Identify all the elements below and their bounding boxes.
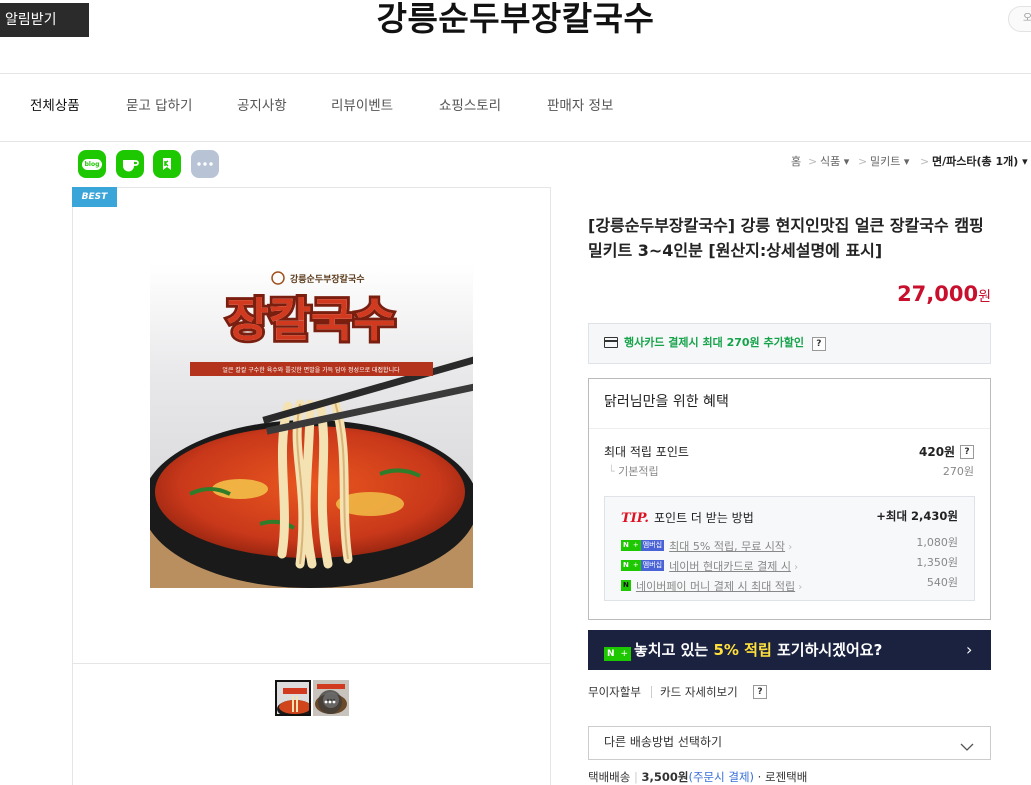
- more-dots-icon: [197, 162, 213, 166]
- search-input[interactable]: 오: [1008, 6, 1031, 32]
- banner-logo: N +: [604, 643, 632, 662]
- membership-badge: 멤버십: [640, 540, 665, 551]
- card-discount-help-button[interactable]: ?: [811, 337, 826, 351]
- shipping-select-label: 다른 배송방법 선택하기: [604, 735, 723, 749]
- product-price: 27,000원: [895, 282, 991, 306]
- more-share-icon[interactable]: [191, 150, 219, 178]
- base-points-value: 270원: [942, 465, 974, 478]
- product-main-image[interactable]: 강릉순두부장칼국수 장칼국수 장칼국수 얼큰 칼칼 구수한 육수와 쫄깃한 면발…: [150, 264, 473, 588]
- nav-divider: [0, 141, 1031, 142]
- breadcrumb-food-label: 식품: [820, 155, 841, 168]
- price-currency: 원: [978, 289, 991, 305]
- shipping-carrier: · 로젠택배: [757, 770, 808, 784]
- plus-icon: +: [630, 560, 641, 571]
- image-subline-text: 얼큰 칼칼 구수한 육수와 쫄깃한 면발을 가득 담아 정성으로 대접합니다: [222, 366, 400, 374]
- naverpay-n-icon: N: [621, 580, 631, 591]
- benefits-title: 닭러님만을 위한 혜택: [604, 394, 729, 410]
- shipping-info: 택배배송 | 3,500원(주문시 결제) · 로젠택배: [588, 770, 807, 784]
- image-brand-text: 강릉순두부장칼국수: [290, 273, 365, 285]
- chevron-down-icon: [960, 736, 974, 755]
- bookmark-share-icon[interactable]: [153, 150, 181, 178]
- max-points-value: 420원: [919, 445, 956, 459]
- tab-seller-info[interactable]: 판매자 정보: [547, 96, 613, 116]
- best-badge: BEST: [72, 187, 117, 207]
- breadcrumb-noodle-label: 면/파스타(총 1개): [932, 155, 1019, 168]
- header-divider: [0, 73, 1031, 74]
- shipping-fee: 3,500원: [641, 770, 689, 784]
- store-title[interactable]: 강릉순두부장칼국수: [0, 0, 1031, 38]
- base-points-label: └ 기본적립: [608, 465, 659, 479]
- tip-link-3[interactable]: 네이버페이 머니 결제 시 최대 적립: [636, 580, 795, 593]
- naver-n-icon: N: [604, 646, 618, 661]
- bookmark-icon: [163, 158, 171, 170]
- sub-branch-icon: └: [608, 465, 615, 478]
- banner-chevron-right-icon: ›: [966, 640, 973, 659]
- cafe-share-icon[interactable]: [116, 150, 144, 178]
- benefits-divider: [589, 428, 990, 429]
- chat-bubble-icon[interactable]: [318, 690, 342, 714]
- card-detail-link[interactable]: 카드 자세히보기: [660, 685, 738, 699]
- chevron-right-icon: ›: [795, 582, 803, 593]
- tab-shopping-story[interactable]: 쇼핑스토리: [439, 96, 501, 116]
- shipping-divider: |: [633, 770, 638, 784]
- card-discount-label: 행사카드 결제시 최대 270원 추가할인: [624, 336, 804, 349]
- tip-link-2[interactable]: 네이버 현대카드로 결제 시: [669, 560, 791, 573]
- banner-text-after: 포기하시겠어요?: [771, 641, 883, 659]
- tab-notice[interactable]: 공지사항: [237, 96, 287, 116]
- image-headline-fill: 장칼국수: [226, 293, 395, 347]
- tip-value-3: 540원: [926, 576, 958, 589]
- product-title: [강릉순두부장칼국수] 강릉 현지인맛집 얼큰 장칼국수 캠핑 밀키트 3~4인…: [588, 216, 984, 260]
- tab-qna[interactable]: 묻고 답하기: [126, 96, 192, 116]
- breadcrumb-separator-icon: >: [920, 155, 930, 168]
- base-points-label-text: 기본적립: [618, 465, 659, 478]
- breadcrumb-separator-icon: >: [808, 155, 818, 168]
- plus-icon: +: [630, 540, 641, 551]
- tip-label: TIP.: [621, 511, 649, 526]
- thumbnail-1[interactable]: [275, 680, 311, 716]
- shipping-method: 택배배송: [588, 770, 631, 784]
- credit-card-icon: [604, 337, 618, 348]
- chevron-right-icon: ›: [790, 562, 799, 573]
- max-points-label: 최대 적립 포인트: [604, 445, 689, 459]
- chevron-right-icon: ›: [785, 542, 793, 553]
- breadcrumb-mealkit[interactable]: 밀키트 ▾: [870, 155, 909, 169]
- breadcrumb-food[interactable]: 식품 ▾: [820, 155, 849, 169]
- tip-value-2: 1,350원: [916, 556, 958, 569]
- card-discount-text: 행사카드 결제시 최대 270원 추가할인 ?: [624, 336, 826, 351]
- banner-text-before: 놓치고 있는: [634, 641, 714, 659]
- naver-n-icon: N: [621, 540, 631, 551]
- plus-icon: +: [617, 646, 632, 661]
- shipping-fee-note: (주문시 결제): [688, 770, 755, 784]
- image-divider: [73, 663, 550, 664]
- tab-all-products[interactable]: 전체상품: [30, 96, 80, 116]
- tip-row-1[interactable]: N + 멤버십 최대 5% 적립, 무료 시작 ›: [621, 535, 792, 554]
- tip-row-2[interactable]: N + 멤버십 네이버 현대카드로 결제 시 ›: [621, 555, 798, 574]
- banner-text: 놓치고 있는 5% 적립 포기하시겠어요?: [634, 640, 882, 660]
- breadcrumb-home[interactable]: 홈: [791, 155, 801, 169]
- membership-badge: 멤버십: [640, 560, 665, 571]
- link-divider: [651, 686, 652, 698]
- installment-link[interactable]: 무이자할부: [588, 685, 641, 699]
- tip-header: TIP. 포인트 더 받는 방법: [621, 509, 754, 527]
- tip-row-3[interactable]: N 네이버페이 머니 결제 시 최대 적립 ›: [621, 575, 802, 594]
- max-points-help-button[interactable]: ?: [960, 445, 974, 459]
- card-detail-help-button[interactable]: ?: [753, 685, 767, 699]
- blog-share-label: blog: [81, 158, 103, 170]
- cafe-cup-icon: [123, 160, 139, 172]
- price-value: 27,000: [897, 282, 979, 306]
- blog-share-icon[interactable]: blog: [78, 150, 106, 178]
- breadcrumb-separator-icon: >: [858, 155, 868, 168]
- naver-n-icon: N: [621, 560, 631, 571]
- tip-max-value: +최대 2,430원: [876, 509, 958, 523]
- breadcrumb-mealkit-label: 밀키트: [870, 155, 901, 168]
- tab-review-event[interactable]: 리뷰이벤트: [331, 96, 393, 116]
- tip-value-1: 1,080원: [916, 536, 958, 549]
- breadcrumb-noodle-pasta[interactable]: 면/파스타(총 1개) ▾: [932, 155, 1028, 169]
- tip-link-1[interactable]: 최대 5% 적립, 무료 시작: [669, 540, 785, 553]
- tip-text: 포인트 더 받는 방법: [654, 511, 754, 525]
- banner-highlight: 5% 적립: [713, 641, 772, 659]
